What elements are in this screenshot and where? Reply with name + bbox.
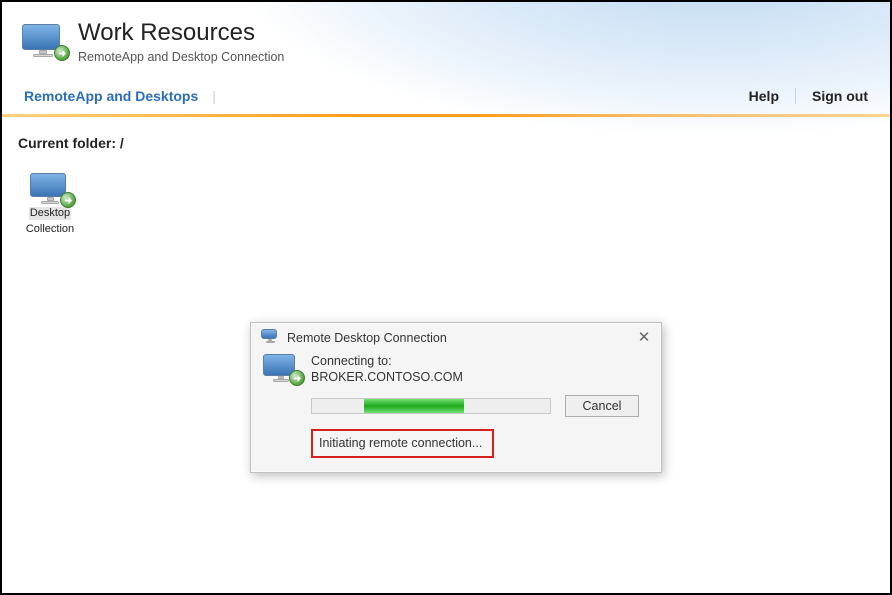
progress-bar [311, 398, 551, 414]
resource-item-desktop-collection[interactable]: Desktop Collection [18, 173, 82, 235]
close-icon[interactable]: ✕ [635, 330, 653, 345]
rdc-body-icon [263, 354, 299, 382]
page-title: Work Resources [78, 20, 284, 46]
monitor-icon [30, 173, 70, 204]
tab-remoteapp[interactable]: RemoteApp and Desktops [24, 88, 198, 104]
connection-target: BROKER.CONTOSO.COM [311, 370, 649, 386]
main-content: Current folder: / Desktop Collection [2, 117, 890, 253]
signout-link[interactable]: Sign out [812, 88, 868, 104]
nav-bar: RemoteApp and Desktops | Help Sign out [2, 74, 890, 114]
cancel-button[interactable]: Cancel [565, 395, 639, 417]
tab-separator: | [212, 88, 216, 104]
dialog-title: Remote Desktop Connection [287, 331, 635, 345]
dialog-titlebar[interactable]: Remote Desktop Connection ✕ [251, 323, 661, 350]
breadcrumb: Current folder: / [18, 135, 874, 151]
help-link[interactable]: Help [749, 88, 779, 104]
page-header: Work Resources RemoteApp and Desktop Con… [2, 2, 890, 74]
status-text: Initiating remote connection... [311, 429, 494, 458]
remoteapp-logo-icon [22, 24, 64, 66]
rdc-dialog: Remote Desktop Connection ✕ Connecting t… [250, 322, 662, 473]
page-subtitle: RemoteApp and Desktop Connection [78, 50, 284, 64]
nav-divider [795, 88, 796, 104]
resource-item-label: Collection [25, 223, 75, 236]
rdc-title-icon [261, 329, 279, 346]
resource-item-label: Desktop [29, 207, 71, 220]
connecting-label: Connecting to: [311, 354, 649, 370]
